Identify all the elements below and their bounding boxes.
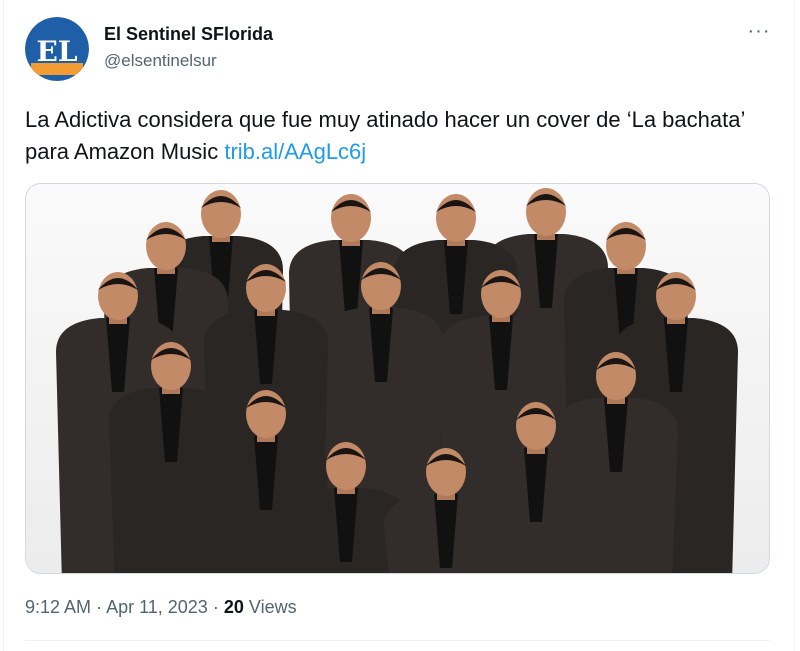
avatar-logo-text: EL — [36, 35, 77, 68]
views-label: Views — [248, 597, 297, 617]
tweet-body: La Adictiva considera que fue muy atinad… — [25, 107, 745, 164]
divider — [25, 640, 770, 641]
views-count: 20 — [223, 597, 244, 617]
tweet-media-photo[interactable] — [25, 183, 770, 574]
author-name[interactable]: El Sentinel SFlorida — [104, 24, 273, 45]
tweet-meta: 9:12 AM · Apr 11, 2023 · 20 Views — [25, 597, 297, 618]
meta-separator: · — [212, 597, 219, 617]
meta-separator: · — [96, 597, 103, 617]
group-photo — [26, 184, 769, 573]
tweet-link[interactable]: trib.al/AAgLc6j — [224, 139, 366, 164]
tweet-date[interactable]: Apr 11, 2023 — [106, 597, 208, 617]
more-options-icon[interactable]: ··· — [744, 20, 774, 50]
author-avatar[interactable]: EL — [25, 17, 89, 81]
author-handle[interactable]: @elsentinelsur — [104, 51, 217, 71]
tweet-time[interactable]: 9:12 AM — [25, 597, 91, 617]
tweet-text: La Adictiva considera que fue muy atinad… — [25, 104, 745, 168]
el-sentinel-logo: EL — [25, 17, 89, 81]
